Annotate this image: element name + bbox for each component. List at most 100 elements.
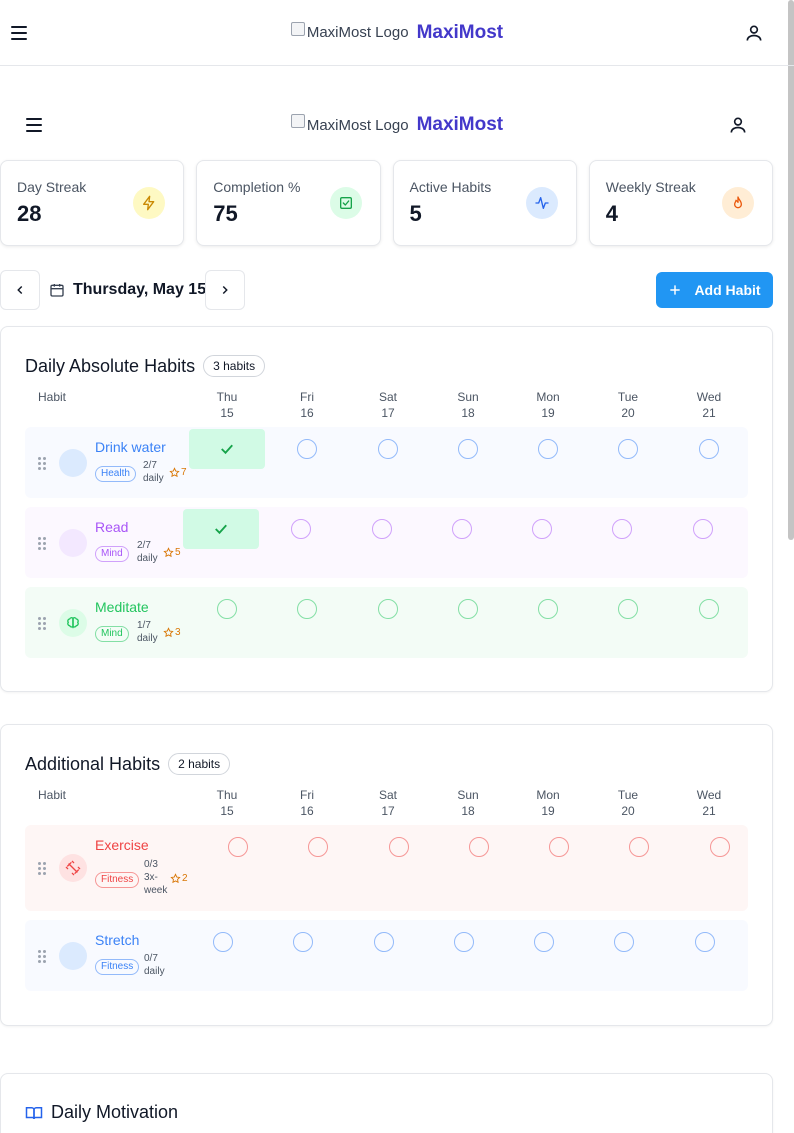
habit-name[interactable]: Drink water <box>95 439 166 455</box>
habit-day-toggle[interactable] <box>452 519 472 539</box>
habit-day-toggle[interactable] <box>695 932 715 952</box>
habit-day-toggle[interactable] <box>614 932 634 952</box>
day-name: Sun <box>457 390 479 404</box>
habit-day-toggle[interactable] <box>532 519 552 539</box>
menu-icon[interactable] <box>11 25 27 40</box>
chevron-right-icon <box>222 285 228 295</box>
habit-day-toggle[interactable] <box>699 599 719 619</box>
current-date-text: Thursday, May 15 <box>73 281 207 298</box>
day-name: Tue <box>617 788 639 802</box>
calendar-icon <box>50 284 64 297</box>
habit-count-badge: 3 habits <box>203 355 266 377</box>
day-date: 17 <box>381 804 395 818</box>
habit-row[interactable]: Stretch Fitness 0/7 daily <box>25 920 748 991</box>
habit-day-toggle[interactable] <box>710 837 730 857</box>
previous-day-button[interactable] <box>0 270 40 310</box>
habit-day-toggle[interactable] <box>308 837 328 857</box>
habit-day-toggle[interactable] <box>228 837 248 857</box>
current-date: Thursday, May 15 <box>49 270 206 310</box>
habit-day-toggle[interactable] <box>629 837 649 857</box>
habit-day-toggle[interactable] <box>389 837 409 857</box>
logo-image: MaxiMost Logo <box>290 114 409 134</box>
habit-name[interactable]: Read <box>95 519 128 535</box>
day-name: Sun <box>457 788 479 802</box>
habit-day-toggle[interactable] <box>612 519 632 539</box>
brand-logo[interactable]: MaxiMost Logo MaxiMost <box>290 114 504 136</box>
date-navigation: Thursday, May 15 Add Habit <box>0 270 773 310</box>
menu-icon[interactable] <box>26 118 42 132</box>
page-scrollbar[interactable] <box>788 0 794 540</box>
habit-day-completed[interactable] <box>183 509 259 549</box>
habit-day-toggle[interactable] <box>454 932 474 952</box>
habit-day-toggle[interactable] <box>378 439 398 459</box>
user-icon[interactable] <box>744 23 764 43</box>
habit-day-toggle[interactable] <box>297 439 317 459</box>
habit-day-toggle[interactable] <box>372 519 392 539</box>
habit-day-completed[interactable] <box>189 429 265 469</box>
brand-name: MaxiMost <box>416 114 504 135</box>
habit-row[interactable]: Read Mind 2/7 daily 5 <box>25 507 748 578</box>
day-date: 19 <box>541 804 555 818</box>
day-date: 15 <box>220 406 234 420</box>
habit-name[interactable]: Stretch <box>95 932 139 948</box>
top-header: MaxiMost Logo MaxiMost <box>0 0 794 66</box>
dumbbell-icon <box>59 854 87 882</box>
day-column-header: Sun 18 <box>448 389 488 421</box>
habit-day-toggle[interactable] <box>693 519 713 539</box>
habit-day-toggle[interactable] <box>618 599 638 619</box>
habit-name[interactable]: Meditate <box>95 599 149 615</box>
habit-row[interactable]: Exercise Fitness 0/3 3x-week 2 <box>25 825 748 911</box>
habit-category-tag: Fitness <box>95 872 140 888</box>
habit-points-value: 3 <box>175 627 181 638</box>
day-column-header: Fri 16 <box>287 389 327 421</box>
user-icon[interactable] <box>728 115 748 135</box>
day-column-header: Wed 21 <box>689 389 729 421</box>
motivation-title-text: Daily Motivation <box>51 1102 179 1122</box>
habit-day-toggle[interactable] <box>538 599 558 619</box>
habit-name[interactable]: Exercise <box>95 837 149 853</box>
habit-day-toggle[interactable] <box>458 599 478 619</box>
day-name: Mon <box>536 390 560 404</box>
flame-icon <box>722 187 754 219</box>
day-date: 16 <box>300 804 314 818</box>
add-habit-label: Add Habit <box>694 282 761 298</box>
habit-day-toggle[interactable] <box>534 932 554 952</box>
stat-card: Weekly Streak 4 <box>588 160 773 246</box>
drag-handle-icon[interactable] <box>38 949 46 963</box>
drag-handle-icon[interactable] <box>38 862 46 875</box>
habit-row[interactable]: Drink water Health 2/7 daily 7 <box>25 427 748 498</box>
drag-handle-icon[interactable] <box>38 536 46 550</box>
habit-day-toggle[interactable] <box>458 439 478 459</box>
day-date: 20 <box>621 406 635 420</box>
brand-logo[interactable]: MaxiMost Logo MaxiMost <box>290 21 503 44</box>
habit-points-value: 2 <box>182 873 188 884</box>
star-icon <box>170 873 181 884</box>
habit-day-toggle[interactable] <box>297 599 317 619</box>
habit-category-tag: Mind <box>95 626 129 642</box>
habit-day-toggle[interactable] <box>378 599 398 619</box>
habit-day-toggle[interactable] <box>549 837 569 857</box>
drag-handle-icon[interactable] <box>38 616 46 630</box>
stat-card: Completion % 75 <box>196 160 381 246</box>
habit-day-toggle[interactable] <box>291 519 311 539</box>
habit-day-toggle[interactable] <box>293 932 313 952</box>
habit-row[interactable]: Meditate Mind 1/7 daily 3 <box>25 587 748 658</box>
habit-day-toggle[interactable] <box>469 837 489 857</box>
habit-column-header: Habit <box>38 788 67 802</box>
day-column-header: Wed 21 <box>689 787 729 819</box>
stats-row: Day Streak 28 Completion % 75 Active Habits 5… <box>0 160 773 246</box>
habit-progress: 0/7 daily <box>144 952 174 978</box>
next-day-button[interactable] <box>205 270 245 310</box>
habit-progress-text: week <box>144 885 168 896</box>
habit-day-toggle[interactable] <box>374 932 394 952</box>
habit-day-toggle[interactable] <box>217 599 237 619</box>
habit-day-toggle[interactable] <box>213 932 233 952</box>
day-name: Sat <box>378 788 397 802</box>
drag-handle-icon[interactable] <box>38 456 46 470</box>
habit-day-toggle[interactable] <box>699 439 719 459</box>
habit-day-toggle[interactable] <box>538 439 558 459</box>
day-name: Thu <box>216 390 238 404</box>
day-name: Tue <box>617 390 639 404</box>
habit-day-toggle[interactable] <box>618 439 638 459</box>
add-habit-button[interactable]: Add Habit <box>656 272 773 308</box>
